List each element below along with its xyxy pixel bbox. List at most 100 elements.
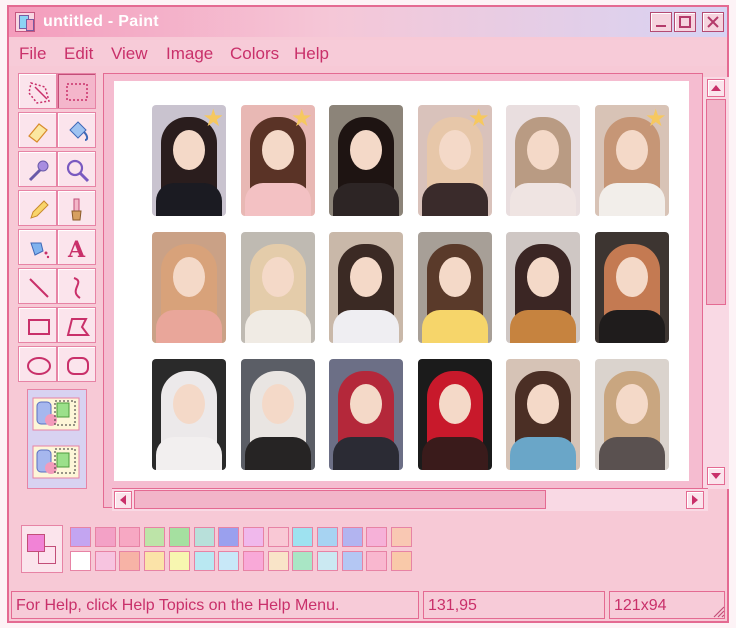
eyedropper-icon <box>28 160 49 182</box>
status-selection-size: 121x94 <box>609 591 725 619</box>
color-swatch[interactable] <box>242 551 264 571</box>
photocard-outfit <box>421 183 488 216</box>
color-swatch[interactable] <box>168 551 190 571</box>
scroll-left-button[interactable] <box>114 491 132 509</box>
photocard-face <box>615 130 648 170</box>
current-colors[interactable] <box>21 525 63 573</box>
photocard: ★ <box>240 105 315 216</box>
title-bar[interactable]: untitled - Paint <box>9 7 727 37</box>
menu-file[interactable]: File <box>19 44 46 64</box>
horizontal-scrollbar[interactable] <box>112 488 708 511</box>
arrow-down-icon <box>711 473 721 479</box>
photocard-outfit <box>333 183 399 216</box>
color-swatch[interactable] <box>267 527 289 547</box>
color-swatch[interactable] <box>341 527 363 547</box>
airbrush-icon <box>30 242 50 259</box>
photocard <box>506 232 580 343</box>
scroll-down-button[interactable] <box>707 467 725 485</box>
scroll-up-button[interactable] <box>707 79 725 97</box>
rect-select-icon <box>66 83 88 101</box>
color-swatch[interactable] <box>119 527 141 547</box>
horizontal-scroll-thumb[interactable] <box>134 490 546 509</box>
tool-options-panel <box>27 389 87 489</box>
color-swatch[interactable] <box>218 551 240 571</box>
color-swatch[interactable] <box>193 527 215 547</box>
photocard-face <box>438 257 471 297</box>
maximize-button[interactable] <box>674 12 696 32</box>
toolbox: A <box>18 73 98 490</box>
minimize-button[interactable] <box>650 12 672 32</box>
menu-help[interactable]: Help <box>294 44 329 64</box>
photocard-face <box>527 257 559 297</box>
color-swatch[interactable] <box>144 527 166 547</box>
photocard <box>417 359 492 470</box>
color-swatch[interactable] <box>366 527 388 547</box>
transparent-selection-option[interactable] <box>31 444 81 480</box>
color-swatch[interactable] <box>70 527 91 547</box>
vertical-scroll-thumb[interactable] <box>706 99 726 305</box>
color-swatch[interactable] <box>94 551 116 571</box>
color-swatch[interactable] <box>218 527 240 547</box>
color-swatch[interactable] <box>168 527 190 547</box>
photocard-outfit <box>244 183 311 216</box>
color-swatch[interactable] <box>391 551 413 571</box>
color-swatch[interactable] <box>94 527 116 547</box>
tool-polygon[interactable] <box>57 307 96 343</box>
color-swatch[interactable] <box>317 551 338 571</box>
color-swatch[interactable] <box>70 551 91 571</box>
tool-magnifier[interactable] <box>57 151 96 187</box>
scroll-right-button[interactable] <box>686 491 704 509</box>
tool-pencil[interactable] <box>18 190 57 226</box>
tool-rounded-rectangle[interactable] <box>57 346 96 382</box>
color-swatch[interactable] <box>193 551 215 571</box>
pencil-icon <box>30 200 49 219</box>
photocard-face <box>173 384 205 424</box>
minimize-icon <box>656 25 666 27</box>
resize-grip-icon[interactable] <box>709 602 725 618</box>
tool-line[interactable] <box>18 268 57 304</box>
photocard-face <box>350 257 382 297</box>
tool-eraser[interactable] <box>18 112 57 148</box>
tool-pick-color[interactable] <box>18 151 57 187</box>
menu-view[interactable]: View <box>111 44 148 64</box>
color-swatch[interactable] <box>292 527 314 547</box>
status-bar: For Help, click Help Topics on the Help … <box>9 591 727 621</box>
tool-fill[interactable] <box>57 112 96 148</box>
opaque-selection-option[interactable] <box>31 396 81 432</box>
color-swatch[interactable] <box>119 551 141 571</box>
photocard-outfit <box>333 437 399 470</box>
color-swatch[interactable] <box>366 551 388 571</box>
photocard <box>240 359 315 470</box>
tool-free-form-select[interactable] <box>18 73 57 109</box>
menu-edit[interactable]: Edit <box>64 44 93 64</box>
tool-brush[interactable] <box>57 190 96 226</box>
color-swatch[interactable] <box>317 527 338 547</box>
close-button[interactable] <box>702 12 724 32</box>
tool-curve[interactable] <box>57 268 96 304</box>
photocard-outfit <box>598 183 665 216</box>
tool-ellipse[interactable] <box>18 346 57 382</box>
arrow-right-icon <box>692 495 698 505</box>
tool-airbrush[interactable] <box>18 229 57 265</box>
star-icon: ★ <box>202 105 224 132</box>
color-swatch[interactable] <box>292 551 314 571</box>
color-swatch[interactable] <box>391 527 413 547</box>
photocard-outfit <box>156 183 222 216</box>
menu-bar: File Edit View Image Colors Help <box>9 40 727 66</box>
tool-text[interactable]: A <box>57 229 96 265</box>
vertical-scrollbar[interactable] <box>702 77 729 489</box>
color-swatch[interactable] <box>144 551 166 571</box>
color-swatch[interactable] <box>341 551 363 571</box>
tool-rectangle[interactable] <box>18 307 57 343</box>
svg-text:A: A <box>67 237 86 263</box>
photocard-outfit <box>510 437 576 470</box>
photocard-face <box>527 384 559 424</box>
drawing-canvas[interactable]: ★ ★ ★ ★ <box>114 81 689 481</box>
tool-select[interactable] <box>57 73 96 109</box>
menu-image[interactable]: Image <box>166 44 213 64</box>
photocard <box>594 359 669 470</box>
menu-colors[interactable]: Colors <box>230 44 279 64</box>
photocard-outfit <box>510 310 576 343</box>
color-swatch[interactable] <box>267 551 289 571</box>
color-swatch[interactable] <box>242 527 264 547</box>
